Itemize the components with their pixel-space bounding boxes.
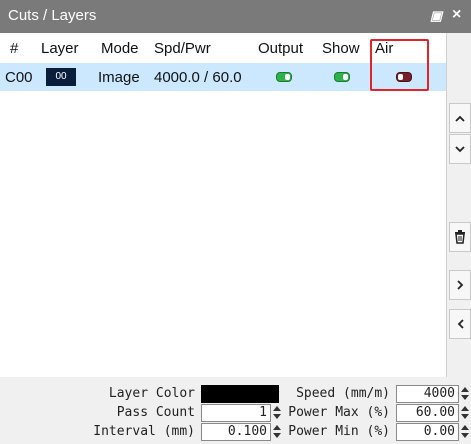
delete-button[interactable] <box>449 222 471 252</box>
move-down-button[interactable] <box>449 134 471 164</box>
layer-color-swatch[interactable]: 00 <box>46 68 76 86</box>
column-header-number[interactable]: # <box>10 40 18 57</box>
column-header-spd-pwr[interactable]: Spd/Pwr <box>154 40 211 57</box>
power-min-input[interactable]: 0.00 <box>396 423 459 441</box>
pass-count-label: Pass Count <box>116 405 195 420</box>
chevron-right-icon <box>456 280 463 290</box>
air-column-highlight <box>370 39 429 91</box>
chevron-down-icon <box>455 145 465 152</box>
speed-input[interactable]: 4000 <box>396 385 459 403</box>
show-toggle[interactable] <box>334 72 350 82</box>
cuts-layers-table: # Layer Mode Spd/Pwr Output Show Air C00… <box>0 33 447 377</box>
speed-spinner-icon[interactable] <box>461 386 469 402</box>
power-max-label: Power Max (%) <box>288 405 390 420</box>
row-mode[interactable]: Image <box>98 69 140 86</box>
interval-label: Interval (mm) <box>93 424 195 439</box>
power-min-spinner-icon[interactable] <box>461 424 469 440</box>
expand-right-button[interactable] <box>449 270 471 300</box>
output-toggle[interactable] <box>276 72 292 82</box>
close-icon[interactable]: × <box>452 6 461 24</box>
panel-title: Cuts / Layers <box>8 7 97 24</box>
pass-count-input[interactable]: 1 <box>201 404 271 422</box>
speed-label: Speed (mm/m) <box>296 386 390 401</box>
collapse-left-button[interactable] <box>449 309 471 339</box>
column-header-mode[interactable]: Mode <box>101 40 139 57</box>
power-max-input[interactable]: 60.00 <box>396 404 459 422</box>
layer-settings-panel: Layer Color Pass Count 1 Interval (mm) 0… <box>0 377 471 444</box>
layer-color-picker[interactable] <box>201 385 279 403</box>
float-window-icon[interactable]: ▣ <box>430 8 442 24</box>
interval-input[interactable]: 0.100 <box>201 423 271 441</box>
move-up-button[interactable] <box>449 103 471 133</box>
row-id: C00 <box>5 69 33 86</box>
layer-color-label: Layer Color <box>108 386 195 401</box>
chevron-left-icon <box>457 319 464 329</box>
column-header-output[interactable]: Output <box>258 40 303 57</box>
trash-icon <box>455 230 465 244</box>
panel-titlebar: Cuts / Layers ▣ × <box>0 0 471 33</box>
power-max-spinner-icon[interactable] <box>461 405 469 421</box>
column-header-layer[interactable]: Layer <box>41 40 79 57</box>
row-spd-pwr[interactable]: 4000.0 / 60.0 <box>154 69 242 86</box>
power-min-label: Power Min (%) <box>288 424 390 439</box>
column-header-show[interactable]: Show <box>322 40 360 57</box>
chevron-up-icon <box>455 115 465 122</box>
